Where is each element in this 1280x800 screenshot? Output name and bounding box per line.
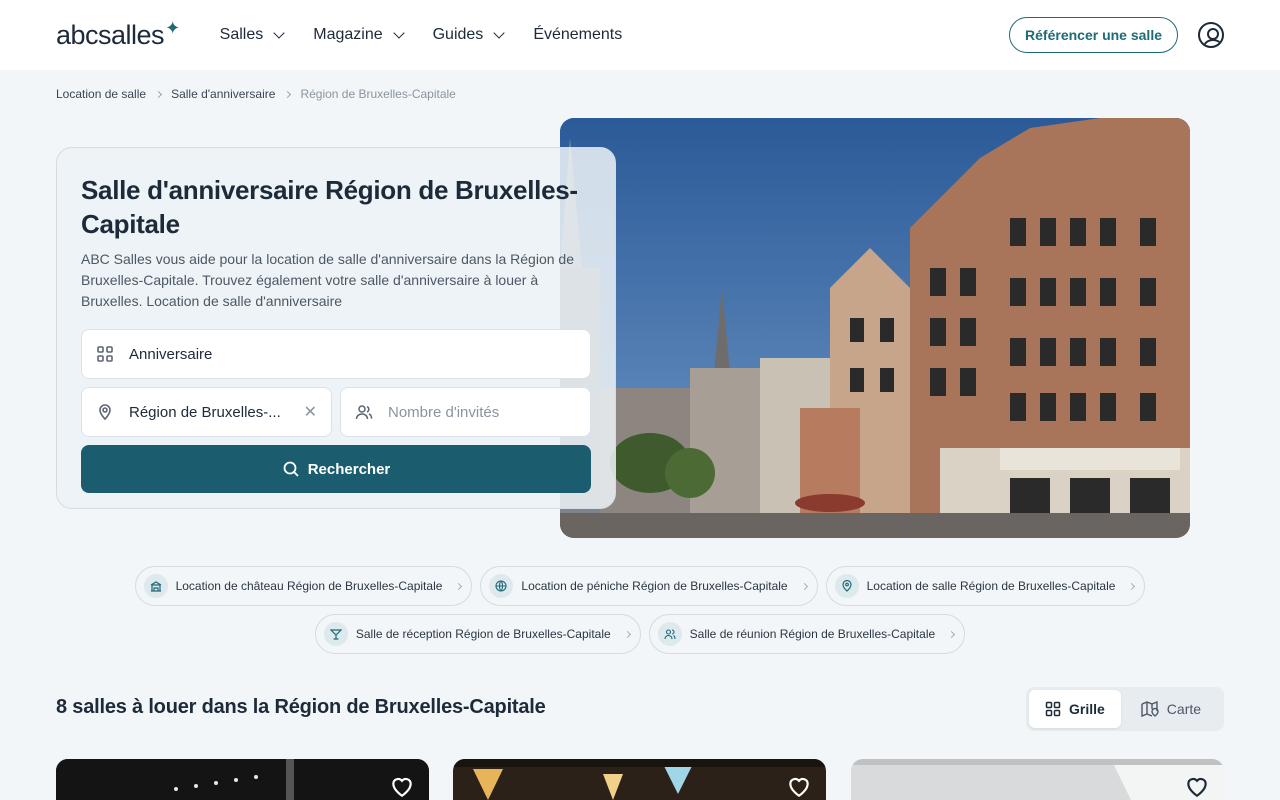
related-searches: Location de château Région de Bruxelles-… (0, 566, 1280, 662)
pin-icon (834, 574, 859, 598)
venue-card[interactable] (851, 759, 1224, 800)
list-venue-button[interactable]: Référencer une salle (1009, 17, 1178, 53)
map-view-button[interactable]: Carte (1125, 690, 1217, 728)
breadcrumb-link[interactable]: Location de salle (56, 87, 146, 101)
chevron-right-icon (948, 630, 956, 638)
grid-icon (97, 346, 113, 362)
search-button-label: Rechercher (307, 460, 391, 478)
nav-label: Salles (219, 26, 264, 43)
breadcrumb-current: Région de Bruxelles-Capitale (300, 87, 456, 101)
search-icon (283, 461, 299, 477)
search-button[interactable]: Rechercher (81, 445, 591, 493)
grid-icon (1045, 701, 1061, 717)
chevron-right-icon (455, 582, 463, 590)
chip-label: Location de château Région de Bruxelles-… (175, 579, 443, 593)
event-type-value: Anniversaire (129, 345, 213, 363)
location-field[interactable]: Région de Bruxelles-... ✕ (81, 387, 332, 437)
chevron-down-icon (493, 27, 505, 39)
chip-label: Salle de réception Région de Bruxelles-C… (355, 627, 611, 641)
chevron-down-icon (392, 27, 405, 39)
chip-label: Salle de réunion Région de Bruxelles-Cap… (689, 627, 936, 641)
sparkle-icon: ✦ (165, 17, 180, 38)
grid-view-button[interactable]: Grille (1029, 690, 1121, 728)
nav-label: Événements (533, 26, 623, 43)
favorite-heart-icon[interactable] (1184, 773, 1210, 799)
nav-label: Guides (432, 26, 484, 43)
clear-icon[interactable]: ✕ (304, 402, 317, 422)
user-account-icon[interactable] (1198, 22, 1224, 48)
nav-item-guides[interactable]: Guides (432, 26, 505, 44)
breadcrumb: Location de salle Salle d'anniversaire R… (56, 87, 456, 101)
map-view-label: Carte (1166, 701, 1202, 717)
venue-card[interactable] (453, 759, 826, 800)
chip-label: Location de salle Région de Bruxelles-Ca… (866, 579, 1116, 593)
people-icon (657, 622, 682, 646)
venue-card-image (851, 759, 1224, 800)
venue-card-image (453, 759, 826, 800)
chevron-right-icon (800, 582, 808, 590)
people-icon (355, 405, 373, 420)
page-description: ABC Salles vous aide pour la location de… (81, 251, 574, 309)
globe-icon (489, 574, 514, 598)
guests-placeholder: Nombre d'invités (388, 403, 500, 421)
chip-reception[interactable]: Salle de réception Région de Bruxelles-C… (314, 614, 641, 654)
chip-row: Salle de réception Région de Bruxelles-C… (0, 614, 1280, 654)
chevron-right-icon (1128, 582, 1136, 590)
venue-card[interactable] (56, 759, 429, 800)
chip-reunion[interactable]: Salle de réunion Région de Bruxelles-Cap… (648, 614, 966, 654)
breadcrumb-link[interactable]: Salle d'anniversaire (171, 87, 275, 101)
chevron-down-icon (273, 27, 285, 39)
search-row: Région de Bruxelles-... ✕ Nombre d'invit… (81, 387, 591, 437)
search-card: Salle d'anniversaire Région de Bruxelles… (56, 147, 616, 509)
location-value: Région de Bruxelles-... (129, 403, 281, 421)
nav-item-evenements[interactable]: Événements (533, 26, 622, 44)
guests-field[interactable]: Nombre d'invités (340, 387, 591, 437)
event-type-field[interactable]: Anniversaire (81, 329, 591, 379)
main-nav: Salles Magazine Guides Événements (220, 26, 623, 44)
nav-label: Magazine (313, 26, 383, 43)
hero-image (560, 118, 1190, 538)
page-title: Salle d'anniversaire Région de Bruxelles… (81, 175, 578, 239)
chip-chateau[interactable]: Location de château Région de Bruxelles-… (134, 566, 473, 606)
chevron-right-icon (284, 90, 292, 98)
chip-row: Location de château Région de Bruxelles-… (0, 566, 1280, 606)
results-title: 8 salles à louer dans la Région de Bruxe… (56, 696, 546, 718)
nav-item-salles[interactable]: Salles (219, 26, 285, 44)
site-header: abcsalles ✦ Salles Magazine Guides Événem… (0, 0, 1280, 70)
favorite-heart-icon[interactable] (786, 773, 812, 799)
header-actions: Référencer une salle (1009, 17, 1224, 53)
nav-item-magazine[interactable]: Magazine (313, 26, 405, 44)
chevron-right-icon (155, 90, 163, 98)
logo-text: abcsalles (56, 19, 165, 50)
favorite-heart-icon[interactable] (389, 773, 415, 799)
grid-view-label: Grille (1069, 701, 1105, 717)
chevron-right-icon (623, 630, 631, 638)
castle-icon (143, 574, 168, 598)
cocktail-icon (323, 622, 348, 646)
venue-card-image (56, 759, 429, 800)
chip-peniche[interactable]: Location de péniche Région de Bruxelles-… (480, 566, 818, 606)
chip-label: Location de péniche Région de Bruxelles-… (521, 579, 788, 593)
map-icon (1141, 701, 1159, 717)
logo[interactable]: abcsalles ✦ (56, 17, 180, 51)
view-toggle: Grille Carte (1026, 687, 1224, 731)
chip-salle[interactable]: Location de salle Région de Bruxelles-Ca… (825, 566, 1146, 606)
location-pin-icon (99, 404, 111, 421)
